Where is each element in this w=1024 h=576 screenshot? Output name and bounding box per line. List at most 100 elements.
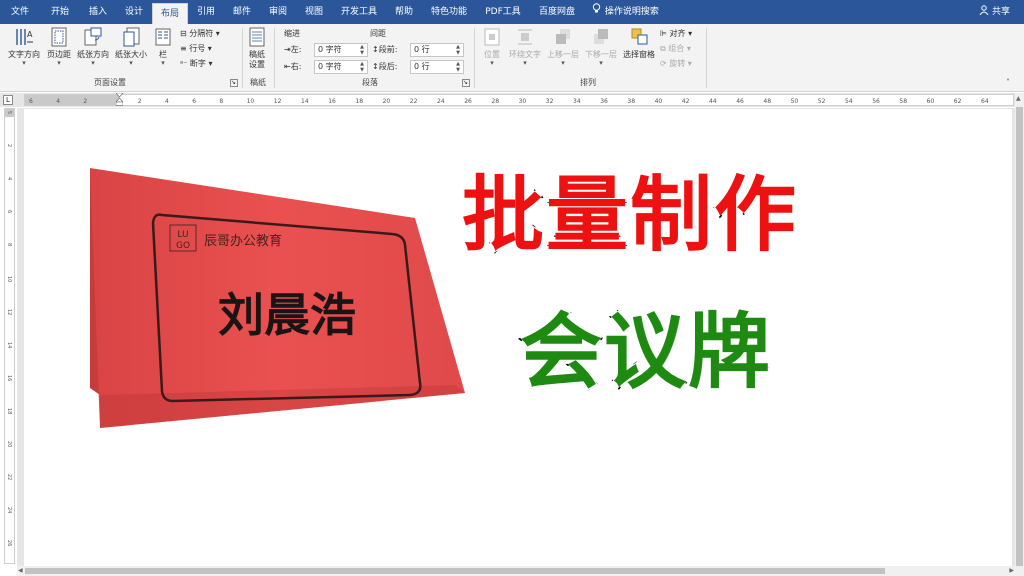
tab-home[interactable]: 开始 [44,0,76,24]
ruler-tick-label: 56 [872,98,880,105]
vruler-tick-label: 26 [6,540,12,547]
spacing-after-input[interactable]: 0 行 ▲ ▼ [410,60,464,74]
group-label: 组合 [668,44,685,53]
group-button[interactable]: ⧉ 组合 ▾ [660,42,691,56]
hyphenation-button[interactable]: ᵃ⁻ 断字 ▾ [180,57,212,71]
indent-right-label: ⇤右: [284,62,302,71]
spinner-arrows-icon[interactable]: ▲ ▼ [454,61,462,73]
ruler-tick-label: 6 [192,98,197,105]
horizontal-scrollbar[interactable]: ◀ ▶ [17,566,1024,576]
page-setup-group-label: 页面设置 [94,78,126,87]
paper-size-icon [123,27,140,47]
ruler-tick-label: 46 [736,98,744,105]
ruler-tick-label: 60 [926,98,935,105]
orientation-button[interactable]: 纸张方向 ▾ [74,26,112,78]
paragraph-launcher-icon[interactable]: ↘ [462,79,470,87]
ruler-tick-label: 40 [654,98,663,105]
scroll-up-icon[interactable]: ▲ [1016,95,1021,102]
align-label: 对齐 [669,29,686,38]
breaks-label: 分隔符 [189,29,214,38]
tab-baidu-netdisk[interactable]: 百度网盘 [532,0,582,24]
tab-references[interactable]: 引用 [190,0,222,24]
send-backward-button[interactable]: 下移一层 ▾ [582,26,620,78]
ruler-tick-label: 2 [137,98,142,105]
ruler-tick-label: 22 [409,98,418,105]
size-button[interactable]: 纸张大小 ▾ [112,26,150,78]
spacing-header: 间距 [370,29,386,38]
spacing-after-icon: ↕ [372,62,379,71]
logo-text-1: LU [177,230,188,240]
tab-design[interactable]: 设计 [118,0,150,24]
ruler-tick-label: 8 [219,98,224,105]
selection-pane-button[interactable]: 选择窗格 [620,26,658,78]
ruler-tick-label: 36 [600,98,608,105]
align-icon: ⊫ [660,29,667,38]
tab-layout[interactable]: 布局 [152,3,188,24]
line-numbers-label: 行号 [189,44,206,53]
vertical-scrollbar[interactable]: ▲ [1015,93,1024,567]
chevron-down-icon: ▾ [686,44,691,53]
vertical-scroll-thumb[interactable] [1016,107,1023,567]
tab-insert[interactable]: 插入 [82,0,114,24]
breaks-button[interactable]: ⊟ 分隔符 ▾ [180,27,220,41]
tab-stop-selector[interactable]: L [3,95,13,105]
indent-marker-icon[interactable] [116,93,123,106]
tab-view[interactable]: 视图 [298,0,330,24]
person-icon [979,5,992,17]
wrap-text-button[interactable]: 环绕文字 ▾ [506,26,544,78]
spinner-arrows-icon[interactable]: ▲ ▼ [358,44,366,56]
spinner-arrows-icon[interactable]: ▲ ▼ [454,44,462,56]
align-button[interactable]: ⊫ 对齐 ▾ [660,27,692,41]
horizontal-scroll-thumb[interactable] [25,568,885,574]
wrap-text-icon [518,29,532,45]
page-break-icon: ⊟ [180,29,187,38]
tab-file[interactable]: 文件 [4,0,36,24]
manuscript-settings-button[interactable]: 稿纸 设置 [246,26,268,78]
tell-me-search[interactable]: 操作说明搜索 [592,0,659,24]
spacing-before-input[interactable]: 0 行 ▲ ▼ [410,43,464,57]
spinner-arrows-icon[interactable]: ▲ ▼ [358,61,366,73]
margins-button[interactable]: 页边距 ▾ [44,26,74,78]
scroll-left-icon[interactable]: ◀ [18,567,23,574]
ruler-tick-label: 4 [56,98,61,105]
vruler-tick-label: 2 [6,144,12,148]
collapse-ribbon-icon[interactable]: ˄ [1006,78,1010,87]
scroll-right-icon[interactable]: ▶ [1009,567,1014,574]
selection-pane-label: 选择窗格 [623,50,655,59]
group-divider [474,28,475,88]
text-direction-button[interactable]: A 文字方向 ▾ [4,26,44,78]
ruler-tick-label: 28 [491,98,500,105]
line-numbers-button[interactable]: ≡ 行号 ▾ [180,42,212,56]
chevron-down-icon: ▾ [561,59,565,67]
vruler-tick-label: 4 [6,177,12,181]
hyphenation-label: 断字 [189,59,206,68]
horizontal-ruler[interactable]: 6 4 2 2 4 6 8 10 12 14 16 18 20 22 24 26 28 30 32 34 36 38 40 4… [24,94,1014,106]
tab-help[interactable]: 帮助 [388,0,420,24]
person-name: 刘晨浩 [218,288,356,342]
name-card-image[interactable]: LU GO 辰哥办公教育 刘晨浩 [70,163,470,438]
ribbon-layout: A 文字方向 ▾ 页边距 ▾ 纸张方向 ▾ 纸张大小 ▾ 栏 ▾ ⊟ 分隔符 ▾… [0,24,1024,92]
vertical-ruler[interactable]: 5 2 4 6 8 10 12 14 16 18 20 22 24 26 [4,108,15,564]
chevron-down-icon: ▾ [687,59,692,68]
share-button[interactable]: 共享 [979,0,1010,24]
ruler-tick-label: 58 [899,98,908,105]
tab-mailings[interactable]: 邮件 [226,0,258,24]
ruler-tick-label: 26 [464,98,472,105]
vruler-tick-label: 6 [6,210,12,214]
tab-special-features[interactable]: 特色功能 [424,0,474,24]
ruler-tick-label: 34 [573,98,581,105]
position-icon [484,28,500,46]
vruler-tick-label: 18 [6,408,12,415]
tab-developer[interactable]: 开发工具 [334,0,384,24]
tab-review[interactable]: 审阅 [262,0,294,24]
columns-button[interactable]: 栏 ▾ [152,26,174,78]
position-button[interactable]: 位置 ▾ [478,26,506,78]
ruler-tick-label: 6 [29,98,33,105]
rotate-button[interactable]: ⟳ 旋转 ▾ [660,57,692,71]
indent-right-input[interactable]: 0 字符 ▲ ▼ [314,60,368,74]
spacing-before-value: 0 行 [414,45,430,54]
tab-pdf-tools[interactable]: PDF工具 [478,0,528,24]
page-setup-launcher-icon[interactable]: ↘ [230,79,238,87]
indent-left-input[interactable]: 0 字符 ▲ ▼ [314,43,368,57]
bring-forward-button[interactable]: 上移一层 ▾ [544,26,582,78]
